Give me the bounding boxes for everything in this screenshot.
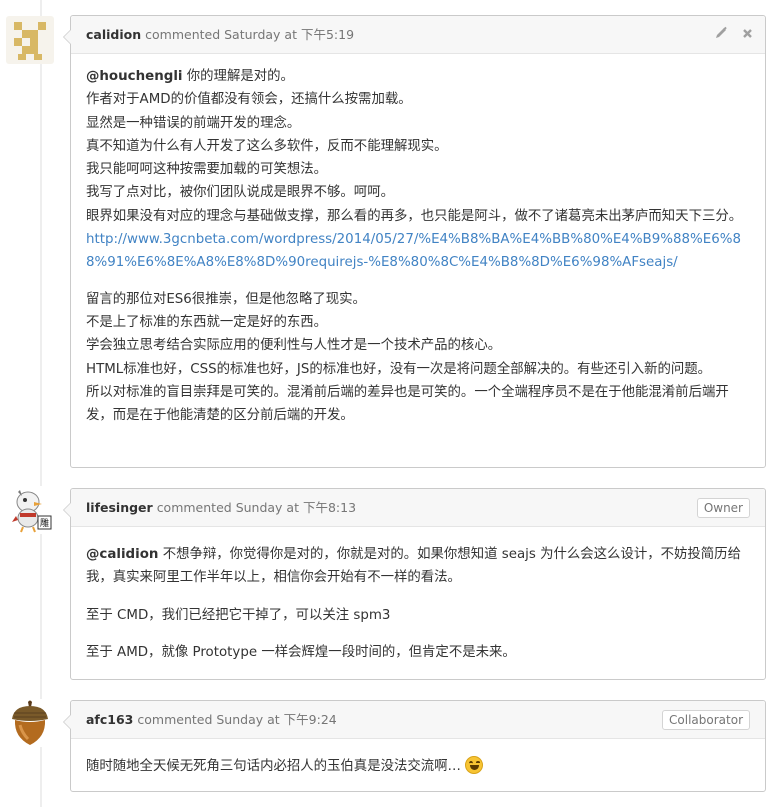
text-line: 学会独立思考结合实际应用的便利性与人性才是一个技术产品的核心。 — [86, 338, 502, 354]
user-mention[interactable]: @calidion — [86, 547, 158, 562]
acorn-avatar-icon — [6, 699, 54, 747]
comment-paragraph: 至于 AMD，就像 Prototype 一样会辉煌一段时间的，但肯定不是未来。 — [86, 644, 516, 660]
smile-emoji-icon — [464, 756, 483, 774]
comment-header: afc163 commented Sunday at 下午9:24 Collab… — [71, 701, 765, 739]
comment-author[interactable]: lifesinger — [86, 500, 153, 515]
text-line: 显然是一种错误的前端开发的理念。 — [86, 115, 301, 131]
comment-body: 随时随地全天候无死角三句话内必招人的玉伯真是没法交流啊… — [71, 739, 765, 788]
comment-body: @calidion 不想争辩，你觉得你是对的，你就是对的。如果你想知道 seaj… — [71, 527, 765, 674]
text-line: 我写了点对比，被你们团队说成是眼界不够。呵呵。 — [86, 185, 394, 201]
comment-box: calidion commented Saturday at 下午5:19 @h… — [63, 15, 766, 468]
text-line: 真不知道为什么有人开发了这么多软件，反而不能理解现实。 — [86, 138, 448, 154]
comment-box: afc163 commented Sunday at 下午9:24 Collab… — [63, 700, 766, 792]
text-line: 你的理解是对的。 — [182, 69, 294, 84]
text-line: 留言的那位对ES6很推崇，但是他忽略了现实。 — [86, 291, 366, 307]
comment-action: commented — [137, 712, 213, 727]
comment-tools — [705, 16, 753, 54]
user-mention[interactable]: @houchengli — [86, 69, 183, 84]
cartoon-bird-avatar-icon: 雕 — [6, 486, 54, 534]
svg-text:雕: 雕 — [40, 517, 49, 529]
paragraph-text: 不想争辩，你觉得你是对的，你就是对的。如果你想知道 seajs 为什么会这么设计… — [86, 547, 741, 586]
comment-header: calidion commented Saturday at 下午5:19 — [71, 16, 765, 54]
comment-header: lifesinger commented Sunday at 下午8:13 Ow… — [71, 489, 765, 527]
avatar[interactable] — [6, 16, 54, 64]
avatar[interactable] — [6, 699, 54, 747]
comment-time[interactable]: Saturday at 下午5:19 — [224, 27, 354, 42]
text-line: HTML标准也好，CSS的标准也好，JS的标准也好，没有一次是将问题全部解决的。… — [86, 361, 712, 377]
text-line: 所以对标准的盲目崇拜是可笑的。混淆前后端的差异也是可笑的。一个全端程序员不是在于… — [86, 384, 729, 424]
comment-paragraph: 留言的那位对ES6很推崇，但是他忽略了现实。 不是上了标准的东西就一定是好的东西… — [86, 288, 750, 428]
text-line: 不是上了标准的东西就一定是好的东西。 — [86, 314, 328, 330]
pencil-icon[interactable] — [715, 16, 728, 54]
identicon-avatar-icon — [6, 16, 54, 64]
comment-paragraph: 随时随地全天候无死角三句话内必招人的玉伯真是没法交流啊… — [86, 755, 750, 778]
comment-action: commented — [145, 27, 221, 42]
comment-action: commented — [156, 500, 232, 515]
collaborator-badge: Collaborator — [662, 710, 750, 730]
comment-paragraph: 至于 CMD，我们已经把它干掉了，可以关注 spm3 — [86, 607, 391, 623]
comment-time[interactable]: Sunday at 下午8:13 — [236, 500, 356, 515]
timeline-line — [40, 0, 42, 807]
text-line: 作者对于AMD的价值都没有领会，还搞什么按需加载。 — [86, 92, 412, 108]
first-line: @houchengli 你的理解是对的。 — [86, 65, 750, 88]
close-icon[interactable] — [742, 16, 753, 54]
paragraph-text: 随时随地全天候无死角三句话内必招人的玉伯真是没法交流啊… — [86, 759, 461, 774]
owner-badge: Owner — [696, 498, 750, 518]
comment-paragraph: @calidion 不想争辩，你觉得你是对的，你就是对的。如果你想知道 seaj… — [86, 543, 750, 590]
comment-body: @houchengli 你的理解是对的。 作者对于AMD的价值都没有领会，还搞什… — [71, 54, 765, 437]
comment-paragraph: @houchengli 你的理解是对的。 作者对于AMD的价值都没有领会，还搞什… — [86, 65, 750, 275]
comment-box: lifesinger commented Sunday at 下午8:13 Ow… — [63, 488, 766, 680]
avatar[interactable]: 雕 — [6, 486, 54, 534]
text-line: 眼界如果没有对应的理念与基础做支撑，那么看的再多，也只能是阿斗，做不了诸葛亮未出… — [86, 208, 743, 224]
comment-author[interactable]: calidion — [86, 27, 141, 42]
external-link[interactable]: http://www.3gcnbeta.com/wordpress/2014/0… — [86, 228, 750, 275]
comment-time[interactable]: Sunday at 下午9:24 — [216, 712, 336, 727]
comment-author[interactable]: afc163 — [86, 712, 133, 727]
text-line: 我只能呵呵这种按需要加载的可笑想法。 — [86, 162, 328, 178]
